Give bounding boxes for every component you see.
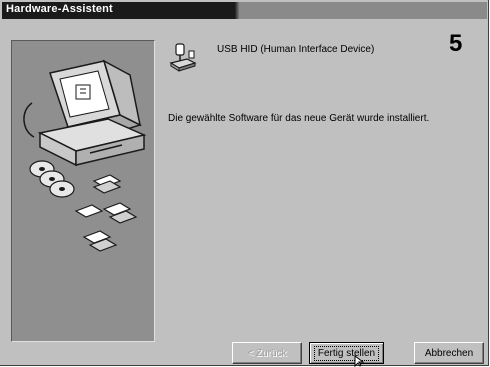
hardware-wizard-window: Hardware-Assistent USB HID (Human Interf… xyxy=(0,0,489,367)
finish-button[interactable]: Fertig stellen xyxy=(309,342,384,364)
usb-device-icon xyxy=(169,43,197,72)
cancel-button[interactable]: Abbrechen xyxy=(414,342,484,364)
step-number: 5 xyxy=(449,30,463,57)
wizard-side-illustration xyxy=(11,40,155,342)
mouse-pointer-icon xyxy=(354,355,364,367)
floppy-disks-icon xyxy=(74,174,138,252)
title-bar[interactable]: Hardware-Assistent xyxy=(2,2,487,19)
installation-status-message: Die gewählte Software für das neue Gerät… xyxy=(168,113,430,124)
computer-monitor-icon xyxy=(23,59,147,167)
back-button[interactable]: < Zurück xyxy=(232,342,302,364)
cd-discs-icon xyxy=(29,160,75,198)
window-title: Hardware-Assistent xyxy=(6,3,113,15)
device-name-label: USB HID (Human Interface Device) xyxy=(217,44,375,55)
finish-button-label: Fertig stellen xyxy=(313,345,380,361)
